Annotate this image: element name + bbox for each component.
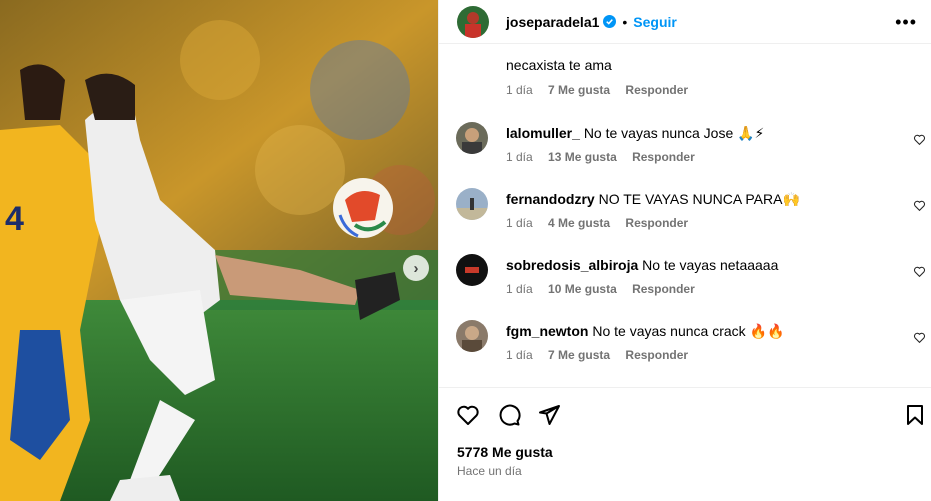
reply-button[interactable]: Responder [632,150,695,164]
comment-time: 1 día [506,282,533,296]
comment-likes[interactable]: 4 Me gusta [548,216,610,230]
partial-comment-meta: 1 día 7 Me gusta Responder [506,83,700,97]
reply-button[interactable]: Responder [632,282,695,296]
verified-icon [603,15,617,28]
comment-meta: 1 día 13 Me gusta Responder [506,150,707,164]
comment-time: 1 día [506,348,533,362]
post-actions-bar [439,387,931,439]
chevron-right-icon: › [413,259,419,277]
author-avatar[interactable] [457,5,489,38]
reply-button[interactable]: Responder [625,83,688,97]
comment-time: 1 día [506,83,533,97]
bookmark-icon[interactable] [903,403,927,427]
commenter-avatar[interactable] [456,320,488,352]
post-details-panel: joseparadela1 • Seguir ••• necaxista te … [438,0,931,501]
commenter-avatar[interactable] [456,122,488,154]
post-viewer: 4 › joseparadela1 • Seguir ••• necaxista… [0,0,931,501]
heart-icon[interactable] [456,403,480,427]
comment-meta: 1 día 10 Me gusta Responder [506,282,707,296]
comment-meta: 1 día 4 Me gusta Responder [506,216,700,230]
comment-heart-icon[interactable] [913,265,926,278]
more-options-icon[interactable]: ••• [895,13,917,31]
comment-body: NO TE VAYAS NUNCA PARA🙌 [598,191,800,207]
reply-button[interactable]: Responder [625,348,688,362]
soccer-photo-illustration: 4 [0,0,438,501]
comment-body: No te vayas nunca Jose 🙏⚡ [583,125,765,141]
commenter-avatar[interactable] [456,254,488,286]
comment-body: No te vayas nunca crack 🔥🔥 [592,323,785,339]
comment-likes[interactable]: 10 Me gusta [548,282,617,296]
comment-likes[interactable]: 7 Me gusta [548,83,610,97]
comment-time: 1 día [506,150,533,164]
comment-icon[interactable] [497,403,521,427]
comment-body: No te vayas netaaaaa [642,257,779,273]
comments-list[interactable]: necaxista te ama 1 día 7 Me gusta Respon… [439,44,931,387]
reply-button[interactable]: Responder [625,216,688,230]
comment-likes[interactable]: 13 Me gusta [548,150,617,164]
svg-text:4: 4 [5,200,24,238]
commenter-avatar[interactable] [456,188,488,220]
author-username[interactable]: joseparadela1 [506,14,599,30]
comment-heart-icon[interactable] [913,199,926,212]
comment-heart-icon[interactable] [913,331,926,344]
next-photo-button[interactable]: › [403,255,429,281]
likes-count[interactable]: 5778 Me gusta [457,444,553,460]
comment-text: lalomuller_ No te vayas nunca Jose 🙏⚡ [506,124,896,142]
post-timestamp: Hace un día [457,464,522,478]
commenter-username[interactable]: lalomuller_ [506,125,580,141]
comment-time: 1 día [506,216,533,230]
comment-text: sobredosis_albiroja No te vayas netaaaaa [506,256,896,274]
comment-likes[interactable]: 7 Me gusta [548,348,610,362]
follow-button[interactable]: Seguir [633,14,677,30]
commenter-username[interactable]: fgm_newton [506,323,588,339]
separator-dot: • [622,13,628,30]
post-photo: 4 › [0,0,438,501]
commenter-username[interactable]: sobredosis_albiroja [506,257,638,273]
comment-text: fgm_newton No te vayas nunca crack 🔥🔥 [506,322,896,340]
comment-heart-icon[interactable] [913,133,926,146]
partial-comment-text: necaxista te ama [506,57,612,73]
comment-text: fernandodzry NO TE VAYAS NUNCA PARA🙌 [506,190,896,208]
post-header: joseparadela1 • Seguir ••• [439,0,931,44]
commenter-username[interactable]: fernandodzry [506,191,595,207]
comment-meta: 1 día 7 Me gusta Responder [506,348,700,362]
share-icon[interactable] [537,403,561,427]
